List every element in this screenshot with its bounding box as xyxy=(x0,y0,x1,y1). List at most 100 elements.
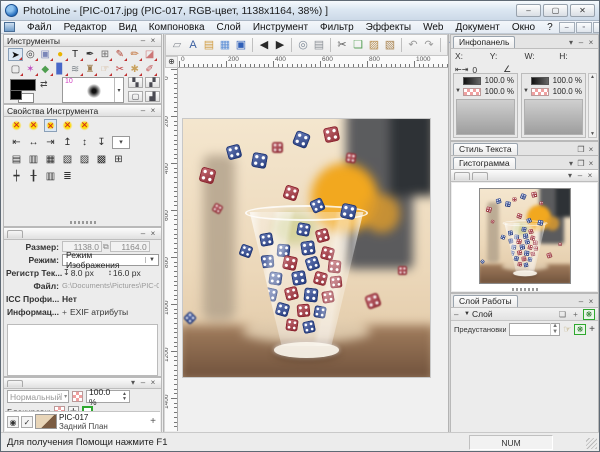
browse-icon[interactable]: ▦ xyxy=(217,37,233,53)
spinner-icons[interactable]: ▲▼ xyxy=(122,392,127,402)
distribute-icon[interactable]: ▥ xyxy=(27,153,40,166)
gear-icon[interactable]: ❋ xyxy=(574,324,586,335)
panel-tab-stub[interactable] xyxy=(7,230,23,238)
distribute-icon[interactable]: ▦ xyxy=(44,153,57,166)
menu-item[interactable]: ? xyxy=(541,22,559,33)
add-layer-icon[interactable]: + xyxy=(150,416,158,427)
magic-wand-tool-icon[interactable]: ✶ xyxy=(23,63,38,76)
registration-target-icon[interactable]: ✕ xyxy=(27,119,40,132)
registration-target-icon[interactable]: ✕ xyxy=(44,119,57,132)
spacing-icon[interactable]: ≣ xyxy=(61,170,74,183)
panel-minimize-icon[interactable]: – xyxy=(575,171,585,181)
shape-tool-icon[interactable]: ● xyxy=(53,48,68,61)
working-layer-tab[interactable]: Слой Работы xyxy=(453,295,518,307)
visibility-eye-icon[interactable]: ◉ xyxy=(7,416,19,428)
spacing-icon[interactable]: ╂ xyxy=(27,170,40,183)
menu-item[interactable]: Документ xyxy=(449,22,505,33)
menu-item[interactable]: Редактор xyxy=(58,22,113,33)
menu-item[interactable]: Файл xyxy=(21,22,58,33)
menu-item[interactable]: Фильтр xyxy=(314,22,360,33)
gradient-swatch-group[interactable]: ▼ 100.0 % 100.0 % xyxy=(521,73,586,138)
eraser-tool-icon[interactable]: ◪ xyxy=(142,48,157,61)
menu-item[interactable]: Окно xyxy=(506,22,541,33)
spacing-icon[interactable]: ▥ xyxy=(44,170,57,183)
canvas-area[interactable] xyxy=(178,68,448,433)
panel-menu-icon[interactable]: ▾ xyxy=(128,378,138,388)
align-icon[interactable]: ↥ xyxy=(61,136,74,149)
forward-icon[interactable]: ▶ xyxy=(272,37,288,53)
mdi-close-button[interactable]: × xyxy=(593,22,600,33)
gradient-tool-icon[interactable]: ▊ xyxy=(53,63,68,76)
distribute-icon[interactable]: ▧ xyxy=(61,153,74,166)
zoom-tool-icon[interactable]: ◎ xyxy=(23,48,38,61)
smudge-tool-icon[interactable]: ☞ xyxy=(97,63,112,76)
chevron-down-icon[interactable]: ▼ xyxy=(523,88,529,94)
opacity-field[interactable]: 100.0 % ▲▼ xyxy=(86,390,130,403)
stamp-tool-icon[interactable]: ♜ xyxy=(83,63,98,76)
panel-close-icon[interactable]: × xyxy=(148,229,158,239)
preview-icon[interactable]: ◎ xyxy=(295,37,311,53)
exif-value[interactable]: EXIF атрибуты xyxy=(70,307,128,317)
tools-panel-header[interactable]: Инструменты – × xyxy=(4,35,161,47)
mdi-restore-button[interactable]: ▫ xyxy=(576,22,592,33)
mask-button-1[interactable]: ▚ xyxy=(128,77,143,88)
panel-close-icon[interactable]: × xyxy=(586,159,596,169)
brush-tool-icon[interactable]: ✎ xyxy=(112,48,127,61)
info-panel-tab[interactable]: Инфопанель xyxy=(453,36,515,48)
close-button[interactable]: ✕ xyxy=(570,4,595,17)
ruler-origin-button[interactable]: ⊕ xyxy=(165,56,178,68)
menu-item[interactable]: Web xyxy=(417,22,449,33)
paste-icon[interactable]: ▨ xyxy=(366,37,382,53)
swap-colors-icon[interactable]: ⇄ xyxy=(40,79,48,90)
add-icon[interactable]: + xyxy=(570,310,581,319)
mode-select[interactable]: Режим Изображения ▼ xyxy=(62,254,159,266)
resize-grip[interactable] xyxy=(586,438,597,449)
histogram-tab[interactable]: Гистограмма xyxy=(453,157,516,169)
add-preset-icon[interactable]: + xyxy=(589,324,595,335)
align-icon[interactable]: ↕ xyxy=(78,136,91,149)
panel-resize-handle[interactable] xyxy=(70,221,96,224)
tool-properties-header[interactable]: Свойства Инструмента – × xyxy=(4,105,161,117)
airbrush-tool-icon[interactable]: ≋ xyxy=(68,63,83,76)
distribute-icon[interactable]: ▩ xyxy=(95,153,108,166)
menu-item[interactable]: Компоновка xyxy=(143,22,211,33)
align-icon[interactable]: ⇥ xyxy=(44,136,57,149)
expand-icon[interactable]: + xyxy=(62,307,67,317)
gradient-swatch-group[interactable]: ▼ 100.0 % 100.0 % xyxy=(453,73,518,138)
collapse-icon[interactable]: – xyxy=(454,310,462,319)
brush-preview[interactable]: 10 ▾ xyxy=(62,77,124,103)
mask-button-3[interactable]: ▢ xyxy=(128,91,143,102)
brush-dropdown-icon[interactable]: ▾ xyxy=(114,78,123,102)
panel-minimize-icon[interactable]: – xyxy=(576,38,586,48)
panel-tab-stub[interactable] xyxy=(7,380,23,387)
scroll-up-icon[interactable]: ▲ xyxy=(589,74,596,80)
menu-item[interactable]: Вид xyxy=(113,22,143,33)
mask-button-4[interactable]: ▟ xyxy=(145,91,160,102)
scrollbar[interactable]: ▲ ▼ xyxy=(588,73,597,138)
panel-restore-icon[interactable]: ❐ xyxy=(576,145,586,155)
layer-select-tool-icon[interactable]: ▣ xyxy=(38,48,53,61)
page-icon[interactable]: ❏ xyxy=(557,310,568,319)
register-y-value[interactable]: 16.0 px xyxy=(113,268,141,278)
spacing-icon[interactable]: ┿ xyxy=(10,170,23,183)
mask-button-2[interactable]: ▞ xyxy=(145,77,160,88)
distribute-icon[interactable]: ▤ xyxy=(10,153,23,166)
navigator-header[interactable]: ▾ – × xyxy=(451,170,598,182)
align-icon[interactable]: ⇤ xyxy=(10,136,23,149)
text-style-tab[interactable]: Стиль Текста xyxy=(453,143,518,155)
panel-close-icon[interactable]: × xyxy=(148,106,158,116)
apply-icon[interactable]: ☞ xyxy=(563,324,571,335)
transparency-icon[interactable] xyxy=(72,391,83,402)
pen-tool-icon[interactable]: ✒ xyxy=(83,48,98,61)
cut-icon[interactable]: ✂ xyxy=(334,37,350,53)
distribute-icon[interactable]: ⊞ xyxy=(112,153,125,166)
hand-tool-icon[interactable]: ✱ xyxy=(127,63,142,76)
new-text-document-icon[interactable]: A xyxy=(185,37,201,53)
distribute-icon[interactable]: ▨ xyxy=(78,153,91,166)
scroll-down-icon[interactable]: ▼ xyxy=(589,131,596,137)
working-layer-row[interactable]: – ▼ Слой ❏ + ❋ xyxy=(451,308,598,321)
panel-close-icon[interactable]: × xyxy=(148,378,158,388)
panel-menu-icon[interactable]: ▾ xyxy=(566,159,576,169)
panel-close-icon[interactable]: × xyxy=(585,171,595,181)
panel-close-icon[interactable]: × xyxy=(148,36,158,46)
